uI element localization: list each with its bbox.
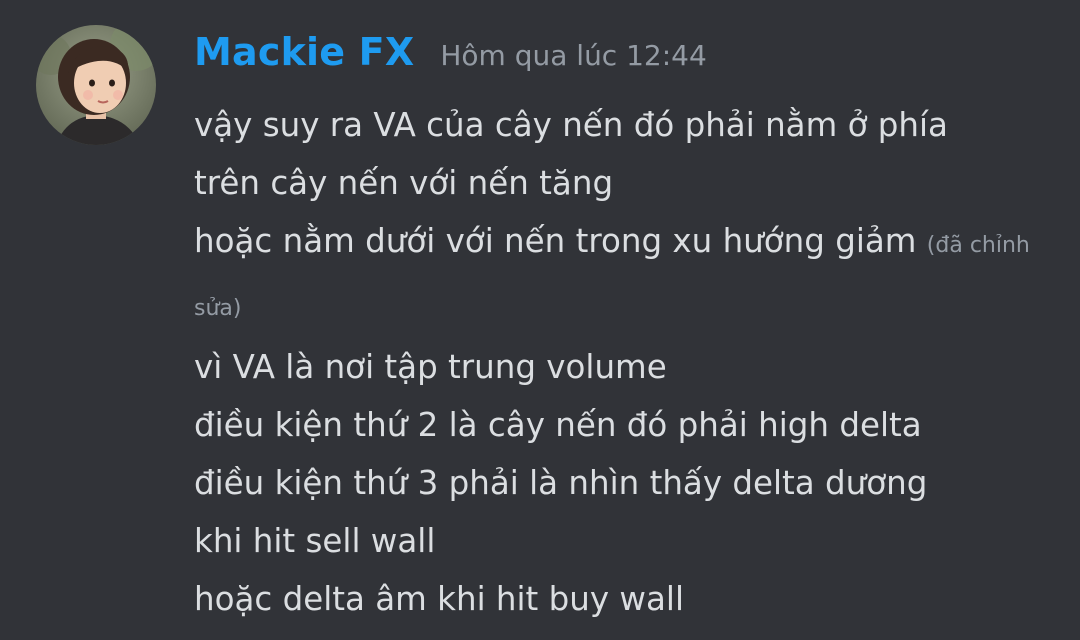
message-line: điều kiện thứ 3 phải là nhìn thấy delta … [194, 464, 928, 502]
message-timestamp[interactable]: Hôm qua lúc 12:44 [440, 39, 706, 72]
message-line: trên cây nến với nến tăng [194, 164, 614, 202]
chat-message: Mackie FX Hôm qua lúc 12:44 vậy suy ra V… [0, 0, 1080, 640]
message-line: vì VA là nơi tập trung volume [194, 348, 667, 386]
message-line: khi hit sell wall [194, 522, 436, 560]
message-body: vậy suy ra VA của cây nến đó phải nằm ở … [194, 96, 1054, 628]
message-line: hoặc delta âm khi hit buy wall [194, 580, 684, 618]
avatar[interactable] [36, 25, 156, 145]
message-line-edited: hoặc nằm dưới với nến trong xu hướng giả… [194, 212, 1054, 338]
message-line-text: hoặc nằm dưới với nến trong xu hướng giả… [194, 222, 917, 260]
message-line: điều kiện thứ 2 là cây nến đó phải high … [194, 406, 922, 444]
avatar-photo-icon [36, 25, 156, 145]
message-header: Mackie FX Hôm qua lúc 12:44 [194, 30, 707, 90]
message-line: vậy suy ra VA của cây nến đó phải nằm ở … [194, 106, 948, 144]
author-name[interactable]: Mackie FX [194, 30, 414, 74]
